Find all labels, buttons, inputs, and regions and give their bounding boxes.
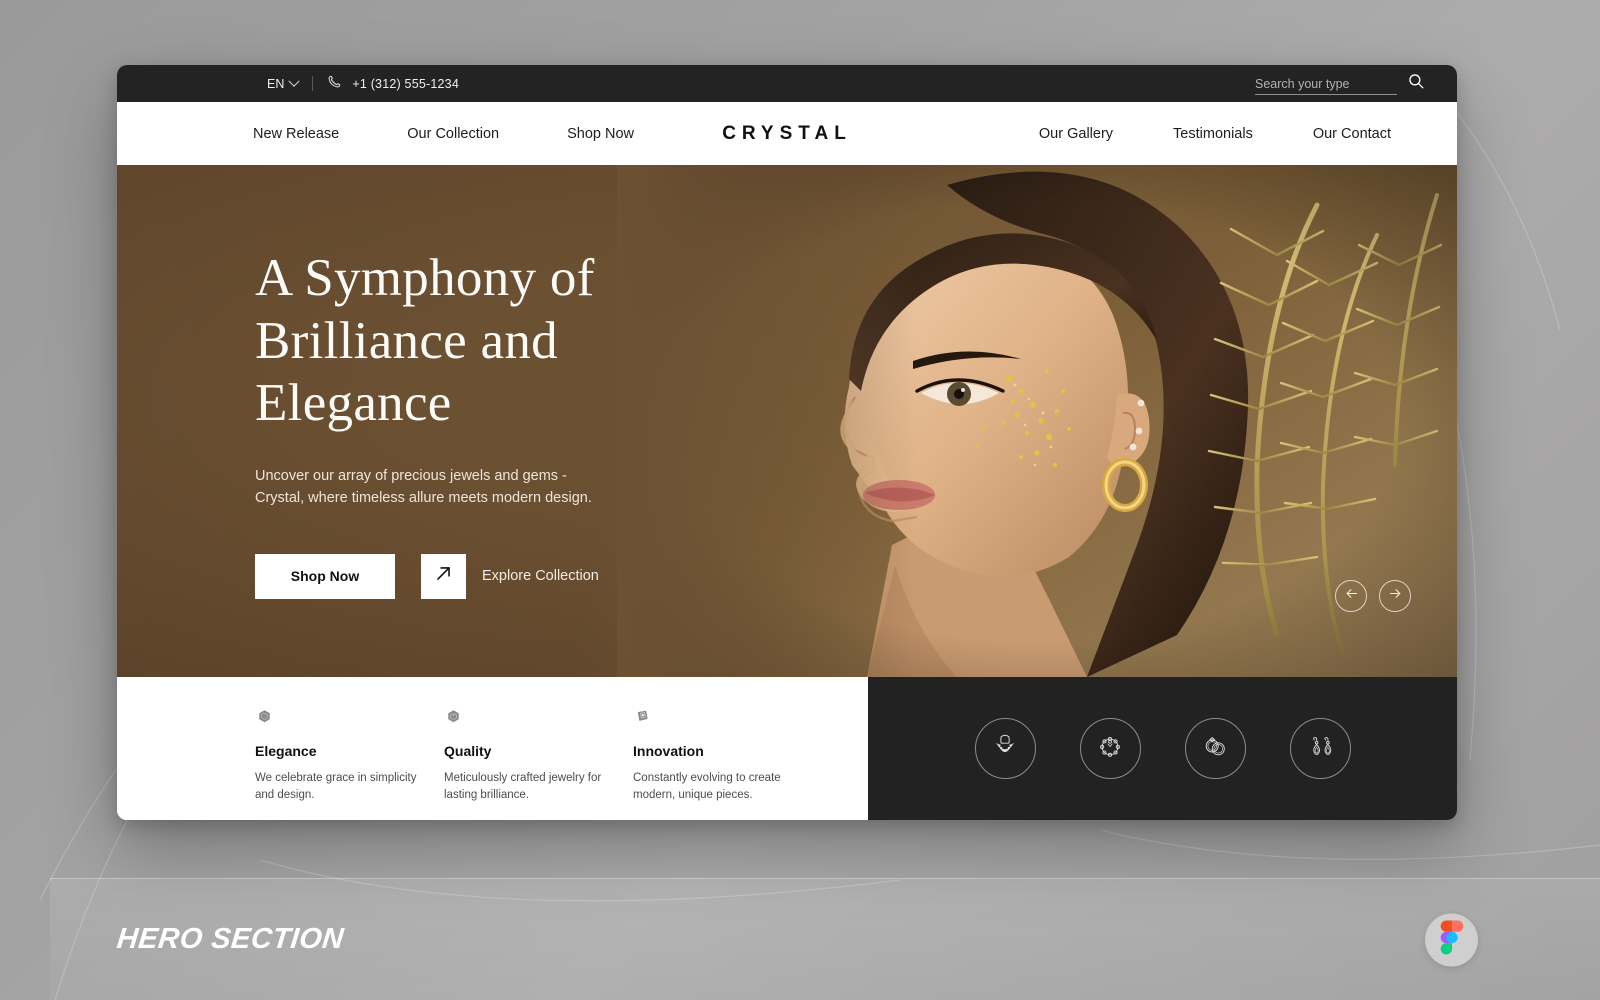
hero-subtitle: Uncover our array of precious jewels and… [255,467,592,507]
caption-label: HERO SECTION [115,923,346,955]
bottom-strip: Elegance We celebrate grace in simplicit… [117,677,1457,820]
language-label: EN [267,76,285,91]
feature-description: Meticulously crafted jewelry for lasting… [444,772,602,801]
category-icons-panel [868,677,1457,820]
nav-links-left: New Release Our Collection Shop Now [253,126,634,142]
language-selector[interactable]: EN [267,75,301,91]
vertical-divider [312,76,314,91]
earrings-icon [1305,731,1335,766]
phone-link[interactable]: +1 (312) 555-1234 [327,74,459,94]
search-box [1255,72,1425,95]
phone-icon [327,74,342,94]
figma-badge[interactable] [1425,913,1478,966]
arrow-up-right-icon [434,564,453,588]
carousel-prev-button[interactable] [1335,580,1367,612]
category-earrings-button[interactable] [1289,718,1351,779]
feature-description: We celebrate grace in simplicity and des… [255,772,417,801]
hero-title-line-3: Elegance [255,374,452,433]
hero-title-line-2: Brilliance and [255,311,558,370]
caption-banner: HERO SECTION [50,878,1600,1000]
hero-content: A Symphony of Brilliance and Elegance Un… [255,247,675,599]
search-icon[interactable] [1407,72,1425,95]
category-bracelet-button[interactable] [1079,718,1141,779]
phone-number: +1 (312) 555-1234 [352,76,459,91]
hero-title: A Symphony of Brilliance and Elegance [255,247,675,435]
feature-card-quality: Quality Meticulously crafted jewelry for… [444,709,633,820]
nav-link-shop-now[interactable]: Shop Now [567,126,634,142]
arrow-right-icon [1388,586,1403,606]
gem-innovation-icon [633,709,652,728]
website-preview-card: EN +1 (312) 555-1234 Search your type Ne… [117,65,1457,820]
nav-link-our-collection[interactable]: Our Collection [407,126,499,142]
figma-logo-icon [1440,920,1464,959]
search-input[interactable] [1255,77,1397,95]
hero-section: A Symphony of Brilliance and Elegance Un… [117,165,1457,677]
category-rings-button[interactable] [1184,718,1246,779]
gem-elegance-icon [255,709,274,728]
bracelet-icon [1095,731,1125,766]
gem-quality-icon [444,709,463,728]
feature-title: Quality [444,743,492,759]
necklace-icon [990,731,1020,766]
utility-bar: EN +1 (312) 555-1234 [117,65,1457,102]
nav-link-our-contact[interactable]: Our Contact [1313,126,1391,142]
feature-title: Innovation [633,743,704,759]
features-list: Elegance We celebrate grace in simplicit… [117,677,868,820]
explore-collection-arrow-button[interactable] [421,553,466,599]
chevron-down-icon [288,75,301,87]
nav-link-testimonials[interactable]: Testimonials [1173,126,1253,142]
hero-cta-group: Shop Now Explore Collection [255,553,675,599]
explore-collection-label[interactable]: Explore Collection [482,568,599,584]
hero-portrait-image [617,165,1457,677]
feature-card-elegance: Elegance We celebrate grace in simplicit… [255,709,444,820]
nav-link-our-gallery[interactable]: Our Gallery [1039,126,1113,142]
carousel-navigation [1335,580,1411,612]
main-navigation: New Release Our Collection Shop Now CRYS… [117,102,1457,165]
feature-description: Constantly evolving to create modern, un… [633,772,781,801]
carousel-next-button[interactable] [1379,580,1411,612]
category-necklace-button[interactable] [974,718,1036,779]
rings-icon [1200,731,1230,766]
hero-title-line-1: A Symphony of [255,249,595,307]
nav-links-right: Our Gallery Testimonials Our Contact [1039,126,1391,142]
shop-now-button[interactable]: Shop Now [255,553,395,599]
feature-title: Elegance [255,743,317,759]
nav-link-new-release[interactable]: New Release [253,126,339,142]
feature-card-innovation: Innovation Constantly evolving to create… [633,709,822,820]
brand-logo[interactable]: CRYSTAL [722,123,852,145]
arrow-left-icon [1344,586,1359,606]
utility-bar-right [1255,72,1425,95]
utility-bar-left: EN +1 (312) 555-1234 [267,74,459,94]
